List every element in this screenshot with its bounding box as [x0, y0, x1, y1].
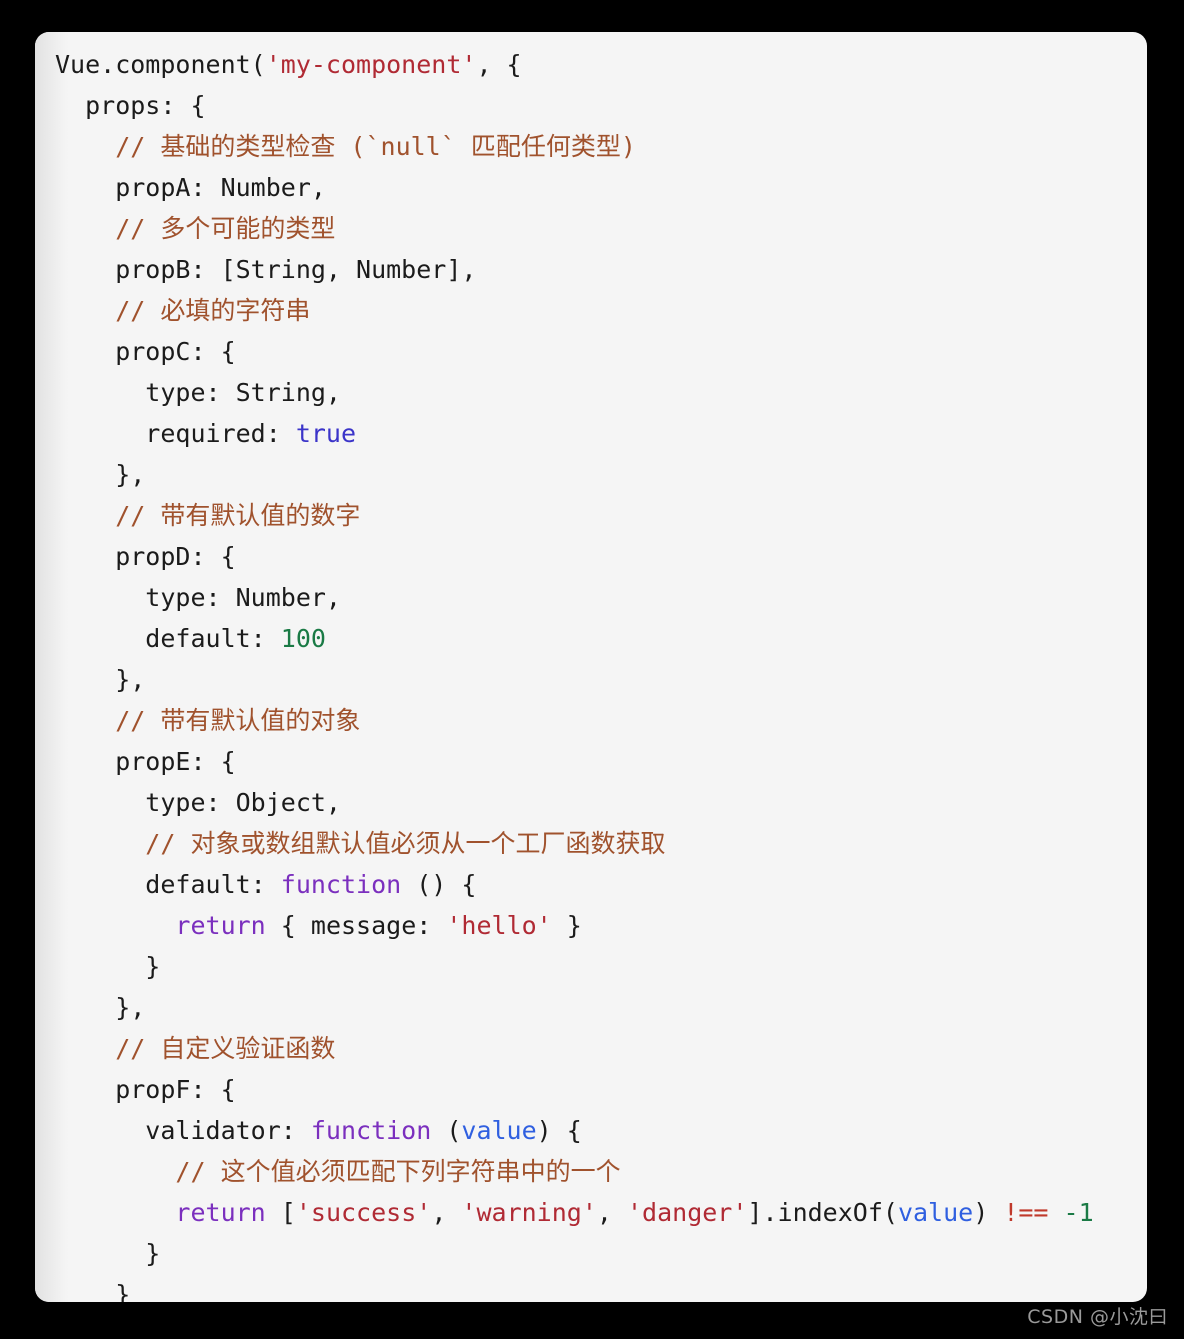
- code-token-plain: props: {: [55, 91, 206, 120]
- code-token-comment: // 对象或数组默认值必须从一个工厂函数获取: [55, 829, 666, 858]
- code-token-keyword: function: [280, 870, 402, 899]
- code-line: // 基础的类型检查 (`null` 匹配任何类型): [35, 126, 1147, 167]
- code-token-plain: propF: {: [55, 1075, 236, 1104]
- code-token-plain: () {: [401, 870, 477, 899]
- code-token-keyword: return: [175, 911, 266, 940]
- code-token-plain: validator:: [55, 1116, 311, 1145]
- code-token-plain: propB: [String, Number],: [55, 255, 477, 284]
- code-line: // 这个值必须匹配下列字符串中的一个: [35, 1151, 1147, 1192]
- code-line: // 必填的字符串: [35, 290, 1147, 331]
- code-line: type: Number,: [35, 577, 1147, 618]
- code-token-comment: // 基础的类型检查 (`null` 匹配任何类型): [55, 132, 636, 161]
- code-token-comment: // 必填的字符串: [55, 296, 311, 325]
- code-line: // 带有默认值的对象: [35, 700, 1147, 741]
- code-line-list: Vue.component('my-component', { props: {…: [35, 32, 1147, 1302]
- code-line: // 多个可能的类型: [35, 208, 1147, 249]
- code-token-plain: ].indexOf(: [747, 1198, 898, 1227]
- code-token-plain: type: Object,: [55, 788, 341, 817]
- code-line: },: [35, 454, 1147, 495]
- code-line: validator: function (value) {: [35, 1110, 1147, 1151]
- code-token-plain: ,: [596, 1198, 627, 1227]
- code-token-plain: { message:: [265, 911, 447, 940]
- code-token-string: 'hello': [446, 911, 552, 940]
- code-token-plain: Vue.component(: [55, 50, 266, 79]
- code-token-parameter: value: [461, 1116, 537, 1145]
- code-token-comment: // 带有默认值的对象: [55, 706, 361, 735]
- code-line: propC: {: [35, 331, 1147, 372]
- code-line: Vue.component('my-component', {: [35, 44, 1147, 85]
- code-line: props: {: [35, 85, 1147, 126]
- code-token-plain: ): [973, 1198, 1004, 1227]
- code-block-card: Vue.component('my-component', { props: {…: [35, 32, 1147, 1302]
- code-line: // 自定义验证函数: [35, 1028, 1147, 1069]
- code-line: // 带有默认值的数字: [35, 495, 1147, 536]
- code-token-keyword: return: [175, 1198, 266, 1227]
- code-token-plain: ,: [431, 1198, 462, 1227]
- code-line: required: true: [35, 413, 1147, 454]
- code-token-comment: // 自定义验证函数: [55, 1034, 336, 1063]
- code-token-string: 'warning': [461, 1198, 597, 1227]
- code-token-plain: },: [55, 993, 146, 1022]
- code-scroll-area[interactable]: Vue.component('my-component', { props: {…: [35, 32, 1147, 1302]
- code-token-plain: [: [265, 1198, 296, 1227]
- code-line: propF: {: [35, 1069, 1147, 1110]
- code-token-plain: type: Number,: [55, 583, 341, 612]
- code-line: propD: {: [35, 536, 1147, 577]
- code-token-plain: }: [551, 911, 582, 940]
- code-line: propB: [String, Number],: [35, 249, 1147, 290]
- code-token-operator: !==: [1003, 1198, 1049, 1227]
- code-line: type: String,: [35, 372, 1147, 413]
- code-token-number: -1: [1063, 1198, 1094, 1227]
- code-token-parameter: value: [897, 1198, 974, 1227]
- code-token-plain: default:: [55, 870, 281, 899]
- code-token-comment: // 多个可能的类型: [55, 214, 336, 243]
- code-token-plain: }: [55, 1239, 161, 1268]
- code-token-plain: propC: {: [55, 337, 236, 366]
- code-line: default: 100: [35, 618, 1147, 659]
- code-line: },: [35, 659, 1147, 700]
- code-token-string: 'success': [295, 1198, 432, 1227]
- code-line: },: [35, 987, 1147, 1028]
- csdn-watermark: CSDN @小沈曰: [1027, 1306, 1168, 1328]
- code-line: propE: {: [35, 741, 1147, 782]
- code-token-plain: ) {: [536, 1116, 582, 1145]
- code-token-plain: (: [431, 1116, 462, 1145]
- code-token-plain: },: [55, 665, 146, 694]
- code-token-comment: // 这个值必须匹配下列字符串中的一个: [55, 1157, 621, 1186]
- code-token-plain: }: [55, 1280, 131, 1302]
- code-line: default: function () {: [35, 864, 1147, 905]
- code-line: return ['success', 'warning', 'danger'].…: [35, 1192, 1147, 1233]
- code-token-plain: propD: {: [55, 542, 236, 571]
- code-line: }: [35, 1274, 1147, 1302]
- code-token-plain: },: [55, 460, 146, 489]
- code-line: // 对象或数组默认值必须从一个工厂函数获取: [35, 823, 1147, 864]
- code-token-keyword: function: [310, 1116, 432, 1145]
- code-token-plain: required:: [55, 419, 296, 448]
- code-token-plain: type: String,: [55, 378, 341, 407]
- code-token-plain: }: [55, 952, 161, 981]
- code-line: return { message: 'hello' }: [35, 905, 1147, 946]
- code-line: }: [35, 946, 1147, 987]
- code-token-plain: , {: [476, 50, 522, 79]
- code-token-number: 100: [280, 624, 326, 653]
- code-token-plain: propA: Number,: [55, 173, 326, 202]
- code-token-plain: propE: {: [55, 747, 236, 776]
- code-line: type: Object,: [35, 782, 1147, 823]
- code-token-string: 'danger': [627, 1198, 748, 1227]
- code-token-boolean: true: [295, 419, 357, 448]
- code-token-comment: // 带有默认值的数字: [55, 501, 361, 530]
- code-line: }: [35, 1233, 1147, 1274]
- code-token-plain: default:: [55, 624, 281, 653]
- code-line: propA: Number,: [35, 167, 1147, 208]
- page-root: Vue.component('my-component', { props: {…: [0, 0, 1184, 1339]
- code-token-string: 'my-component': [265, 50, 477, 79]
